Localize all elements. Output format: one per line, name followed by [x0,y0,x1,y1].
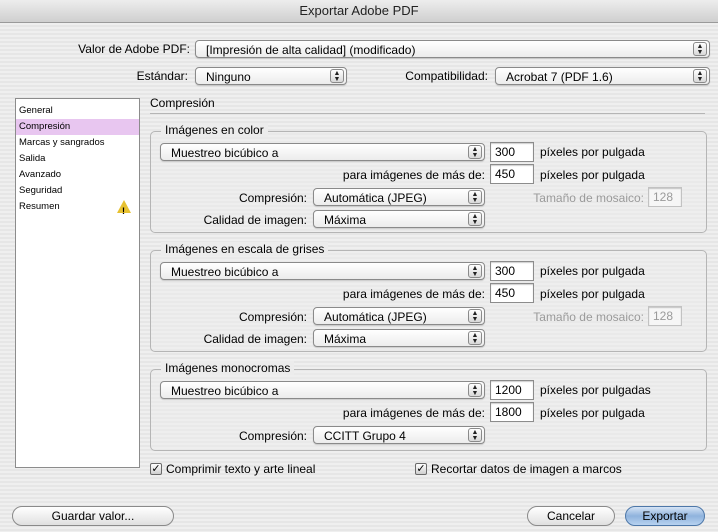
color-quality-label: Calidad de imagen: [203,213,307,227]
gray-method-value: Muestreo bicúbico a [171,265,279,279]
updown-arrows-icon: ▲ ▼ [468,264,482,278]
color-method-popup[interactable]: Muestreo bicúbico a ▲ ▼ [160,143,485,161]
crop-images-label: Recortar datos de imagen a marcos [431,462,622,476]
sidebar-item-salida[interactable]: Salida [16,151,139,167]
warning-triangle-icon: ! [117,200,131,216]
section-title: Compresión [150,96,215,110]
color-compression-label: Compresión: [238,191,307,205]
gray-group-title: Imágenes en escala de grises [161,242,329,256]
gray-above-label: para imágenes de más de: [342,287,485,301]
updown-arrows-icon: ▲ ▼ [468,331,482,345]
mono-above-label: para imágenes de más de: [342,406,485,420]
category-list[interactable]: General Compresión Marcas y sangrados Sa… [15,98,140,468]
updown-arrows-icon: ▲ ▼ [468,212,482,226]
window-title: Exportar Adobe PDF [0,0,718,23]
mono-compression-label: Compresión: [238,429,307,443]
crop-images-checkbox[interactable]: ✓ [415,463,427,475]
color-tile-field[interactable]: 128 [648,187,682,207]
compress-text-checkbox[interactable]: ✓ [150,463,162,475]
compat-label: Compatibilidad: [405,69,488,83]
sidebar-item-general[interactable]: General [16,103,139,119]
color-tile-label: Tamaño de mosaico: [533,191,644,205]
mono-group-title: Imágenes monocromas [161,361,295,375]
gray-ppi-unit: píxeles por pulgada [540,264,645,278]
color-above-field[interactable]: 450 [490,164,534,184]
standard-value: Ninguno [206,70,251,84]
color-ppi-unit: píxeles por pulgada [540,145,645,159]
gray-quality-value: Máxima [324,332,367,346]
checkmark-icon: ✓ [151,463,161,475]
updown-arrows-icon: ▲ ▼ [468,428,482,442]
checkmark-icon: ✓ [416,463,426,475]
mono-method-popup[interactable]: Muestreo bicúbico a ▲ ▼ [160,381,485,399]
updown-arrows-icon: ▲ ▼ [468,145,482,159]
color-compression-popup[interactable]: Automática (JPEG) ▲ ▼ [313,188,485,206]
color-above-unit: píxeles por pulgada [540,168,645,182]
standard-label: Estándar: [136,69,188,83]
updown-arrows-icon: ▲ ▼ [468,309,482,323]
sidebar-item-label: Resumen [19,201,60,212]
mono-above-field[interactable]: 1800 [490,402,534,422]
mono-above-unit: píxeles por pulgada [540,406,645,420]
preset-value: [Impresión de alta calidad] (modificado) [206,43,416,57]
preset-label: Valor de Adobe PDF: [78,42,190,56]
sidebar-item-label: Seguridad [19,185,63,196]
gray-ppi-field[interactable]: 300 [490,261,534,281]
color-quality-popup[interactable]: Máxima ▲ ▼ [313,210,485,228]
sidebar-item-label: Compresión [19,121,71,132]
sidebar-item-label: Marcas y sangrados [19,137,105,148]
updown-arrows-icon: ▲ ▼ [693,42,707,56]
gray-above-field[interactable]: 450 [490,283,534,303]
updown-arrows-icon: ▲ ▼ [468,383,482,397]
sidebar-item-seguridad[interactable]: Seguridad [16,183,139,199]
gray-tile-field[interactable]: 128 [648,306,682,326]
mono-ppi-field[interactable]: 1200 [490,380,534,400]
gray-compression-popup[interactable]: Automática (JPEG) ▲ ▼ [313,307,485,325]
gray-compression-value: Automática (JPEG) [324,310,427,324]
section-divider [150,113,705,114]
cancel-button[interactable]: Cancelar [527,506,615,526]
color-method-value: Muestreo bicúbico a [171,146,279,160]
compat-value: Acrobat 7 (PDF 1.6) [506,70,613,84]
updown-arrows-icon: ▲ ▼ [468,190,482,204]
export-button[interactable]: Exportar [625,506,705,526]
color-quality-value: Máxima [324,213,367,227]
sidebar-item-label: General [19,105,53,116]
gray-compression-label: Compresión: [238,310,307,324]
mono-compression-popup[interactable]: CCITT Grupo 4 ▲ ▼ [313,426,485,444]
updown-arrows-icon: ▲ ▼ [330,69,344,83]
gray-quality-label: Calidad de imagen: [203,332,307,346]
standard-popup[interactable]: Ninguno ▲ ▼ [195,67,347,85]
gray-quality-popup[interactable]: Máxima ▲ ▼ [313,329,485,347]
mono-ppi-unit: píxeles por pulgadas [540,383,651,397]
color-above-label: para imágenes de más de: [342,168,485,182]
sidebar-item-compresion[interactable]: Compresión [16,119,139,135]
gray-tile-label: Tamaño de mosaico: [533,310,644,324]
color-compression-value: Automática (JPEG) [324,191,427,205]
compat-popup[interactable]: Acrobat 7 (PDF 1.6) ▲ ▼ [495,67,710,85]
preset-popup[interactable]: [Impresión de alta calidad] (modificado)… [195,40,710,58]
color-ppi-field[interactable]: 300 [490,142,534,162]
gray-method-popup[interactable]: Muestreo bicúbico a ▲ ▼ [160,262,485,280]
compress-text-label: Comprimir texto y arte lineal [166,462,316,476]
updown-arrows-icon: ▲ ▼ [693,69,707,83]
save-preset-button[interactable]: Guardar valor... [12,506,174,526]
mono-compression-value: CCITT Grupo 4 [324,429,406,443]
sidebar-item-label: Avanzado [19,169,62,180]
sidebar-item-marcas[interactable]: Marcas y sangrados [16,135,139,151]
color-group-title: Imágenes en color [161,123,268,137]
sidebar-item-resumen[interactable]: Resumen ! [16,199,139,216]
sidebar-item-avanzado[interactable]: Avanzado [16,167,139,183]
mono-method-value: Muestreo bicúbico a [171,384,279,398]
sidebar-item-label: Salida [19,153,46,164]
gray-above-unit: píxeles por pulgada [540,287,645,301]
